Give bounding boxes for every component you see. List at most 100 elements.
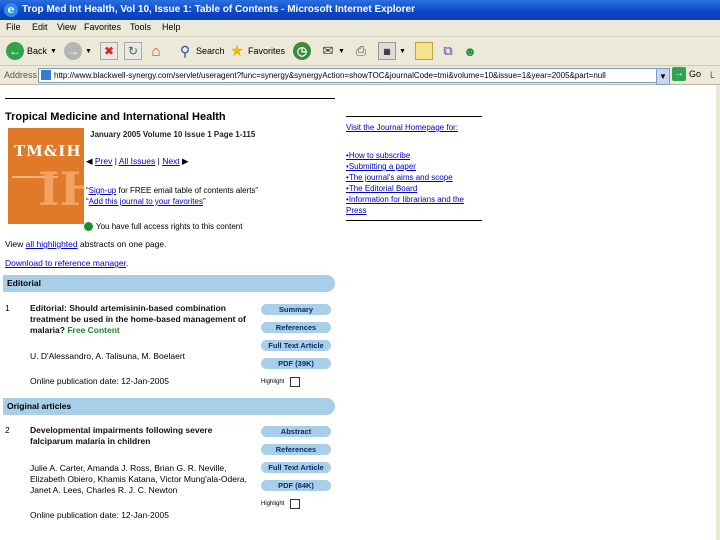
address-url: http://www.blackwell-synergy.com/servlet… bbox=[54, 71, 606, 80]
references-button[interactable]: References bbox=[261, 322, 331, 333]
section-header-editorial: Editorial bbox=[3, 275, 335, 292]
edit-dropdown-icon[interactable]: ▼ bbox=[399, 48, 406, 55]
favorites-star-icon: ★ bbox=[229, 43, 245, 60]
search-button[interactable]: ⚲ Search bbox=[177, 41, 225, 61]
cover-logo-text: TM&IH bbox=[14, 142, 82, 160]
access-text: You have full access rights to this cont… bbox=[96, 222, 243, 231]
back-arrow-icon: ← bbox=[6, 42, 24, 60]
menu-favorites[interactable]: Favorites bbox=[84, 22, 121, 32]
article-title-text: Editorial: Should artemisinin-based comb… bbox=[30, 303, 246, 335]
sidebar-list: How to subscribe Submitting a paper The … bbox=[346, 150, 482, 216]
highlight-label: Highlight bbox=[261, 379, 285, 385]
discuss-note-icon bbox=[415, 42, 433, 60]
highlight-checkbox[interactable] bbox=[290, 377, 301, 387]
article-authors: Julie A. Carter, Amanda J. Ross, Brian G… bbox=[30, 463, 247, 495]
visit-homepage-link[interactable]: Visit the Journal Homepage for: bbox=[346, 122, 482, 133]
address-input[interactable]: http://www.blackwell-synergy.com/servlet… bbox=[38, 68, 658, 83]
go-label: Go bbox=[689, 69, 702, 79]
alerts-block: “Sign-up for FREE email table of content… bbox=[86, 186, 259, 206]
mail-button[interactable]: ✉ ▼ bbox=[320, 41, 345, 61]
journal-cover-image[interactable]: TM&IH IH bbox=[8, 128, 84, 224]
next-arrow-icon: ▶ bbox=[182, 156, 189, 166]
address-label: Address bbox=[4, 70, 38, 80]
view-suffix: abstracts on one page. bbox=[77, 239, 167, 249]
back-button[interactable]: ← Back ▼ bbox=[6, 41, 57, 61]
full-text-button[interactable]: Full Text Article bbox=[261, 340, 331, 351]
address-bar: Address http://www.blackwell-synergy.com… bbox=[0, 66, 720, 85]
window-title: Trop Med Int Health, Vol 10, Issue 1: Ta… bbox=[22, 4, 416, 15]
view-prefix: View bbox=[5, 239, 26, 249]
next-link[interactable]: Next bbox=[162, 156, 179, 166]
messenger-icon: ☻ bbox=[463, 43, 477, 59]
print-button[interactable]: ⎙ bbox=[353, 41, 369, 61]
summary-button[interactable]: Summary bbox=[261, 304, 331, 315]
sidebar-bottom-divider bbox=[346, 220, 482, 221]
go-button[interactable]: → Go bbox=[672, 67, 701, 81]
section-header-original-articles: Original articles bbox=[3, 398, 335, 415]
forward-arrow-icon: → bbox=[64, 42, 82, 60]
sidebar-item-aims-scope[interactable]: The journal's aims and scope bbox=[346, 172, 482, 183]
download-reference-link[interactable]: Download to reference manager bbox=[5, 258, 126, 268]
stop-button[interactable]: ✖ bbox=[100, 41, 118, 61]
discuss-button[interactable] bbox=[415, 41, 433, 61]
research-button[interactable]: ⧉ bbox=[440, 41, 456, 61]
add-favorites-link[interactable]: Add this journal to your favorites bbox=[89, 197, 203, 206]
menu-view[interactable]: View bbox=[57, 22, 76, 32]
edit-button[interactable]: ▦ ▼ bbox=[378, 41, 406, 61]
home-icon: ⌂ bbox=[151, 42, 161, 60]
sidebar-item-editorial-board[interactable]: The Editorial Board bbox=[346, 183, 482, 194]
download-suffix: . bbox=[125, 258, 129, 268]
stop-icon: ✖ bbox=[100, 42, 118, 60]
forward-button[interactable]: → ▼ bbox=[64, 41, 92, 61]
go-arrow-icon: → bbox=[672, 67, 686, 81]
journal-title: Tropical Medicine and International Heal… bbox=[5, 111, 226, 123]
links-label[interactable]: L bbox=[710, 70, 715, 80]
mail-icon: ✉ bbox=[322, 43, 334, 58]
menu-file[interactable]: File bbox=[6, 22, 21, 32]
pdf-button[interactable]: PDF (84K) bbox=[261, 480, 331, 491]
refresh-button[interactable]: ↻ bbox=[124, 41, 142, 61]
history-icon: ◷ bbox=[293, 42, 311, 60]
menu-bar: File Edit View Favorites Tools Help bbox=[0, 20, 720, 37]
favorites-button[interactable]: ★ Favorites bbox=[229, 41, 285, 61]
menu-tools[interactable]: Tools bbox=[130, 22, 151, 32]
references-button[interactable]: References bbox=[261, 444, 331, 455]
address-dropdown-icon[interactable]: ▼ bbox=[656, 68, 670, 85]
abstract-button[interactable]: Abstract bbox=[261, 426, 331, 437]
prev-link[interactable]: Prev bbox=[95, 156, 112, 166]
sidebar-item-librarians-press[interactable]: Information for librarians and the Press bbox=[346, 194, 482, 216]
mail-dropdown-icon[interactable]: ▼ bbox=[338, 48, 345, 55]
menu-edit[interactable]: Edit bbox=[32, 22, 48, 32]
sidebar-item-submit-paper[interactable]: Submitting a paper bbox=[346, 161, 482, 172]
print-icon: ⎙ bbox=[355, 43, 367, 58]
sidebar-item-subscribe[interactable]: How to subscribe bbox=[346, 150, 482, 161]
forward-dropdown-icon[interactable]: ▼ bbox=[85, 48, 92, 55]
toolbar: ← Back ▼ → ▼ ✖ ↻ ⌂ ⚲ Search ★ Favorites … bbox=[0, 37, 720, 66]
search-icon: ⚲ bbox=[179, 42, 191, 59]
history-button[interactable]: ◷ bbox=[293, 41, 311, 61]
back-dropdown-icon[interactable]: ▼ bbox=[50, 48, 57, 55]
menu-help[interactable]: Help bbox=[162, 22, 181, 32]
messenger-button[interactable]: ☻ bbox=[462, 41, 478, 61]
search-label: Search bbox=[196, 46, 225, 56]
article-title[interactable]: Editorial: Should artemisinin-based comb… bbox=[30, 303, 252, 336]
home-button[interactable]: ⌂ bbox=[148, 41, 164, 61]
all-highlighted-link[interactable]: all highlighted bbox=[26, 239, 78, 249]
article-authors: U. D'Alessandro, A. Talisuna, M. Boelaer… bbox=[30, 351, 186, 361]
access-status: You have full access rights to this cont… bbox=[84, 222, 242, 231]
prev-arrow-icon: ◀ bbox=[86, 156, 93, 166]
vertical-scrollbar[interactable] bbox=[716, 85, 720, 540]
access-green-dot-icon bbox=[84, 222, 93, 231]
pdf-button[interactable]: PDF (39K) bbox=[261, 358, 331, 369]
cover-watermark: IH bbox=[38, 162, 84, 216]
article-number: 1 bbox=[5, 303, 10, 313]
back-label: Back bbox=[27, 46, 48, 56]
issue-navigation: ◀ Prev | All Issues | Next ▶ bbox=[86, 156, 189, 166]
highlight-checkbox[interactable] bbox=[290, 499, 301, 509]
all-issues-link[interactable]: All Issues bbox=[119, 156, 155, 166]
article-title[interactable]: Developmental impairments following seve… bbox=[30, 425, 252, 447]
journal-homepage-sidebar: Visit the Journal Homepage for: How to s… bbox=[346, 116, 482, 221]
sidebar-top-divider bbox=[346, 116, 482, 117]
full-text-button[interactable]: Full Text Article bbox=[261, 462, 331, 473]
signup-link[interactable]: Sign-up bbox=[89, 186, 117, 195]
